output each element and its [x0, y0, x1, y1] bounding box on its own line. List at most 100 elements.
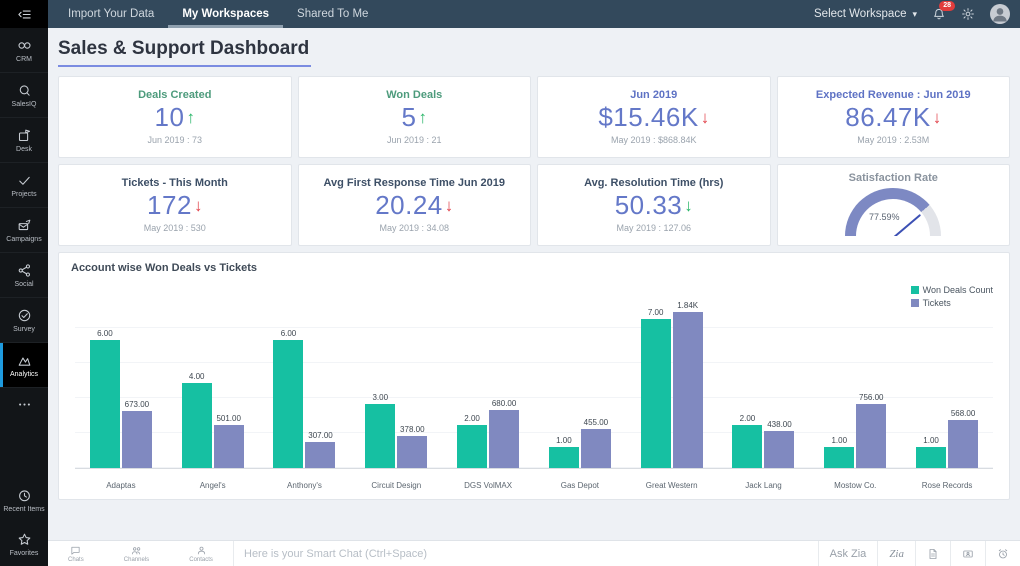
bar-tickets[interactable]	[948, 420, 978, 468]
sidebar-item-crm[interactable]: CRM	[0, 28, 48, 73]
sidebar-item-more[interactable]	[0, 388, 48, 420]
chart-plot-area: 6.00673.004.00501.006.00307.003.00378.00…	[75, 297, 993, 469]
contacts-icon	[196, 545, 207, 556]
avatar[interactable]	[990, 4, 1010, 24]
bar-group-rose-records: 1.00 568.00	[901, 297, 993, 468]
footer-tab-channels[interactable]: Channels	[124, 545, 149, 563]
x-axis-label: Jack Lang	[718, 481, 810, 490]
bar-value-label: 1.84K	[677, 301, 698, 310]
bar-won-deals-count[interactable]	[457, 425, 487, 468]
sidebar-item-desk[interactable]: Desk	[0, 118, 48, 163]
nav-item-shared-to-me[interactable]: Shared To Me	[283, 0, 382, 28]
kpi-value: 20.24	[375, 190, 443, 221]
kpi-value: 86.47K	[845, 102, 930, 133]
sidebar-item-analytics[interactable]: Analytics	[0, 343, 48, 388]
alarm-icon[interactable]	[985, 541, 1020, 566]
bar-value-label: 2.00	[740, 414, 756, 423]
collapse-sidebar-icon	[17, 7, 32, 22]
sidebar-item-campaigns[interactable]: Campaigns	[0, 208, 48, 253]
nav-item-my-workspaces[interactable]: My Workspaces	[168, 0, 283, 28]
ask-zia-button[interactable]: Ask Zia	[818, 541, 878, 566]
bar-tickets[interactable]	[489, 410, 519, 468]
sidebar-item-favorites[interactable]: Favorites	[0, 522, 48, 566]
bar-tickets[interactable]	[581, 429, 611, 468]
bar-won-deals-count[interactable]	[365, 404, 395, 468]
kpi-subtext: May 2019 : 530	[144, 223, 206, 233]
bar-group-circuit-design: 3.00378.00	[350, 297, 442, 468]
bar-won-deals-count[interactable]	[732, 425, 762, 468]
notifications-button[interactable]: 28	[932, 7, 946, 21]
bar-tickets[interactable]	[764, 431, 794, 468]
bar-won-deals-count[interactable]	[916, 447, 946, 468]
bar-tickets[interactable]	[122, 411, 152, 468]
bar-group-angel-s: 4.00501.00	[167, 297, 259, 468]
bar-won-deals-count[interactable]	[641, 319, 671, 468]
sidebar-item-survey[interactable]: Survey	[0, 298, 48, 343]
bar-tickets[interactable]	[214, 425, 244, 468]
gear-icon	[961, 7, 975, 21]
trend-up-icon: ↑	[186, 108, 195, 128]
bar-value-label: 3.00	[372, 393, 388, 402]
kpi-title: Deals Created	[138, 89, 211, 101]
settings-button[interactable]	[961, 7, 975, 21]
workspace-selector[interactable]: Select Workspace ▾	[814, 8, 917, 20]
bar-won-deals-count[interactable]	[273, 340, 303, 468]
footer-tab-contacts[interactable]: Contacts	[189, 545, 213, 563]
bar-value-label: 6.00	[281, 329, 297, 338]
bar-tickets[interactable]	[673, 312, 703, 468]
legend-item-won-deals-count[interactable]: Won Deals Count	[911, 285, 993, 295]
bar-value-label: 568.00	[951, 409, 975, 418]
legend-swatch	[911, 286, 919, 294]
campaigns-icon	[17, 218, 32, 233]
kpi-card-jun-2019: Jun 2019$15.46K↓May 2019 : $868.84K	[537, 76, 771, 158]
kpi-value: 10	[155, 102, 185, 133]
sidebar-item-salesiq[interactable]: SalesIQ	[0, 73, 48, 118]
chart-title: Account wise Won Deals vs Tickets	[71, 262, 997, 274]
collapse-sidebar-button[interactable]	[0, 0, 48, 28]
x-axis-label: Mostow Co.	[809, 481, 901, 490]
sidebar-item-label: Analytics	[10, 371, 38, 378]
channels-icon	[131, 545, 142, 556]
desk-icon	[17, 128, 32, 143]
kpi-card-satisfaction-rate: Satisfaction Rate77.59%	[777, 164, 1011, 246]
legend-item-tickets[interactable]: Tickets	[911, 298, 993, 308]
footer-tab-chats[interactable]: Chats	[68, 545, 84, 563]
analytics-icon	[17, 353, 32, 368]
crm-icon	[17, 38, 32, 53]
x-axis-label: Gas Depot	[534, 481, 626, 490]
sidebar-item-label: Projects	[11, 191, 36, 198]
kpi-subtext: May 2019 : $868.84K	[611, 135, 697, 145]
top-nav-tabs: Import Your DataMy WorkspacesShared To M…	[48, 0, 382, 28]
bar-tickets[interactable]	[856, 404, 886, 468]
bar-group-adaptas: 6.00673.00	[75, 297, 167, 468]
sidebar-item-social[interactable]: Social	[0, 253, 48, 298]
kpi-grid: Deals Created10↑Jun 2019 : 73Won Deals5↑…	[58, 76, 1010, 246]
bar-won-deals-count[interactable]	[90, 340, 120, 468]
footer-tab-label: Chats	[68, 557, 84, 563]
nav-item-import-your-data[interactable]: Import Your Data	[54, 0, 168, 28]
x-axis-label: DGS VolMAX	[442, 481, 534, 490]
favorites-icon	[17, 532, 32, 547]
bar-value-label: 1.00	[923, 436, 939, 445]
dashboard-content: Sales & Support Dashboard Deals Created1…	[48, 28, 1020, 540]
sidebar-item-recent-items[interactable]: Recent Items	[0, 478, 48, 522]
sidebar-item-projects[interactable]: Projects	[0, 163, 48, 208]
zia-logo[interactable]: Zia	[877, 541, 915, 566]
document-icon[interactable]	[915, 541, 950, 566]
more-icon	[17, 397, 32, 412]
bar-value-label: 1.00	[831, 436, 847, 445]
bar-tickets[interactable]	[397, 436, 427, 468]
bar-value-label: 673.00	[125, 400, 149, 409]
smart-chat-input[interactable]	[244, 548, 818, 560]
bar-won-deals-count[interactable]	[182, 383, 212, 468]
bar-won-deals-count[interactable]	[824, 447, 854, 468]
bar-value-label: 7.00	[648, 308, 664, 317]
x-axis-label: Circuit Design	[350, 481, 442, 490]
top-nav: Import Your DataMy WorkspacesShared To M…	[48, 0, 1020, 28]
legend-swatch	[911, 299, 919, 307]
bar-tickets[interactable]	[305, 442, 335, 468]
trend-down-icon: ↓	[701, 108, 710, 128]
x-axis-label: Adaptas	[75, 481, 167, 490]
bar-won-deals-count[interactable]	[549, 447, 579, 468]
contact-card-icon[interactable]	[950, 541, 985, 566]
